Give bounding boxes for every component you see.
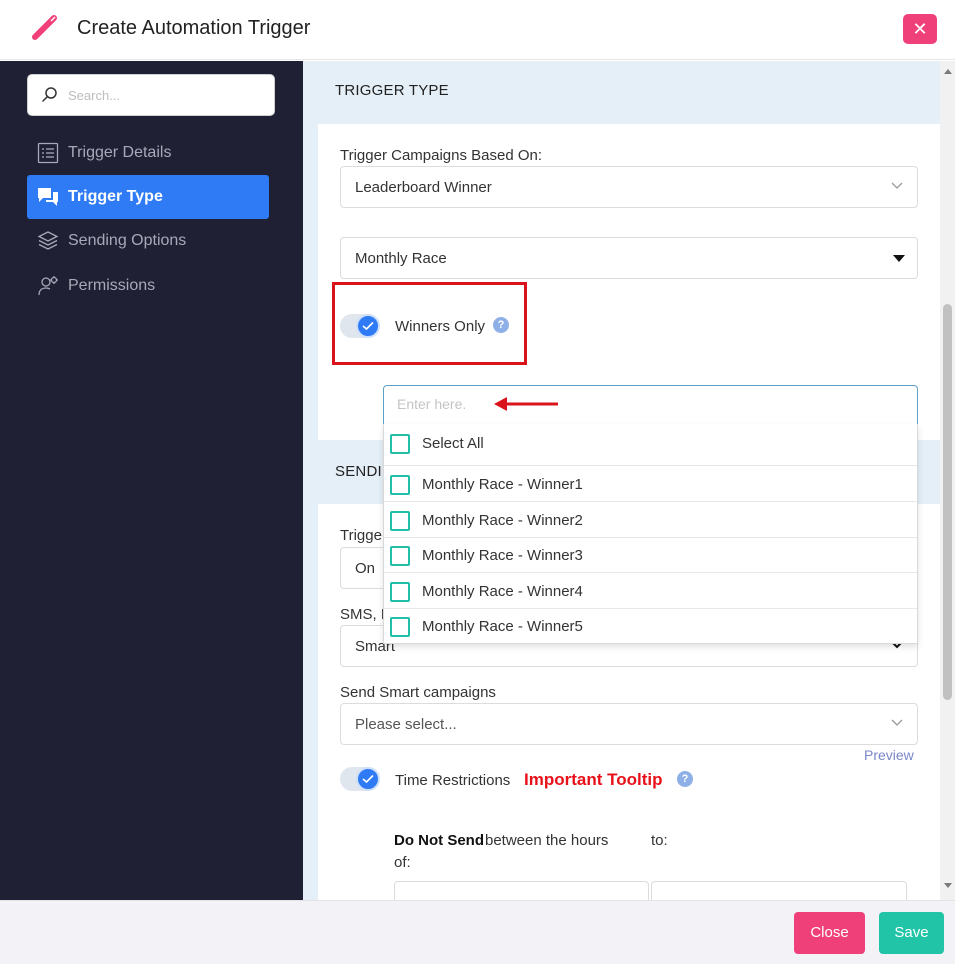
close-x-button[interactable]: ✕ (903, 14, 937, 44)
save-button[interactable]: Save (879, 912, 944, 954)
important-tooltip-label: Important Tooltip (524, 770, 663, 789)
modal-footer: Close Save (0, 900, 955, 964)
main-scrollbar[interactable] (940, 61, 955, 900)
chevron-down-icon (891, 182, 903, 189)
annotation-highlight-box (332, 282, 527, 365)
scroll-up-icon[interactable] (944, 69, 952, 74)
checkbox[interactable] (390, 617, 410, 637)
sidebar-item-trigger-details[interactable]: Trigger Details (27, 131, 269, 175)
smart-campaigns-select[interactable]: Please select... (340, 703, 918, 745)
modal-header: Create Automation Trigger ✕ (0, 0, 955, 60)
list-item[interactable]: Monthly Race - Winner3 (384, 537, 917, 573)
layers-icon (37, 231, 59, 250)
winners-search[interactable] (383, 385, 918, 425)
based-on-label: Trigger Campaigns Based On: (340, 147, 543, 164)
help-icon[interactable]: ? (677, 771, 693, 787)
chevron-down-icon (891, 719, 903, 726)
list-item[interactable]: Monthly Race - Winner2 (384, 502, 917, 538)
sidebar-item-permissions[interactable]: Permissions (27, 264, 269, 308)
smart-campaigns-placeholder: Please select... (355, 716, 457, 733)
based-on-select[interactable]: Leaderboard Winner (340, 166, 918, 208)
time-restrictions-label: Time Restrictions (395, 772, 511, 789)
based-on-value: Leaderboard Winner (355, 179, 492, 196)
option-label: Select All (422, 435, 484, 452)
scroll-down-icon[interactable] (944, 883, 952, 888)
user-cog-icon (38, 276, 58, 296)
sidebar-item-label: Trigger Type (68, 188, 163, 205)
sidebar-item-label: Permissions (68, 277, 156, 294)
modal-title: Create Automation Trigger (77, 17, 311, 39)
of-label: of: (394, 854, 411, 871)
from-hour-select[interactable] (394, 881, 649, 900)
do-not-send-bold: Do Not Send (394, 832, 484, 849)
list-item[interactable]: Monthly Race - Winner5 (384, 608, 917, 644)
checkbox[interactable] (390, 511, 410, 531)
sidebar-search[interactable] (27, 74, 275, 116)
winners-dropdown-list: Select All Monthly Race - Winner1 Monthl… (383, 424, 918, 644)
annotation-arrow-icon (494, 397, 558, 411)
chat-icon (38, 188, 58, 206)
list-item[interactable]: Monthly Race - Winner1 (384, 466, 917, 502)
select-all-option[interactable]: Select All (384, 424, 917, 466)
section-heading-trigger-type: TRIGGER TYPE (335, 82, 449, 99)
preview-link[interactable]: Preview (864, 747, 914, 763)
trigger-value: On (355, 560, 376, 577)
race-value: Monthly Race (355, 250, 447, 267)
checkbox[interactable] (390, 546, 410, 566)
time-restrictions-toggle[interactable] (340, 767, 380, 791)
trigger-label: Trigge (340, 527, 382, 544)
caret-down-icon (893, 255, 905, 262)
smart-campaigns-label: Send Smart campaigns (340, 684, 496, 701)
check-icon (362, 774, 374, 784)
sidebar-item-trigger-type[interactable]: Trigger Type (27, 175, 269, 219)
sidebar-item-label: Trigger Details (68, 144, 172, 161)
option-label: Monthly Race - Winner3 (422, 547, 583, 564)
to-hour-select[interactable] (651, 881, 907, 900)
checkbox[interactable] (390, 582, 410, 602)
race-select[interactable]: Monthly Race (340, 237, 918, 279)
list-icon (37, 142, 59, 164)
list-item[interactable]: Monthly Race - Winner4 (384, 573, 917, 609)
sidebar-item-sending-options[interactable]: Sending Options (27, 219, 269, 263)
toggle-knob (356, 767, 380, 791)
checkbox[interactable] (390, 434, 410, 454)
sidebar-item-label: Sending Options (68, 232, 187, 249)
do-not-send-text: between the hours (485, 832, 609, 849)
sidebar: Trigger Details Trigger Type Sending Opt… (0, 61, 303, 900)
pencil-icon (32, 15, 57, 40)
option-label: Monthly Race - Winner1 (422, 476, 583, 493)
checkbox[interactable] (390, 475, 410, 495)
option-label: Monthly Race - Winner4 (422, 583, 583, 600)
scroll-thumb[interactable] (943, 304, 952, 700)
search-icon (42, 87, 57, 102)
search-input[interactable] (68, 84, 263, 106)
to-label: to: (651, 832, 668, 849)
close-button[interactable]: Close (794, 912, 865, 954)
option-label: Monthly Race - Winner2 (422, 512, 583, 529)
option-label: Monthly Race - Winner5 (422, 618, 583, 635)
